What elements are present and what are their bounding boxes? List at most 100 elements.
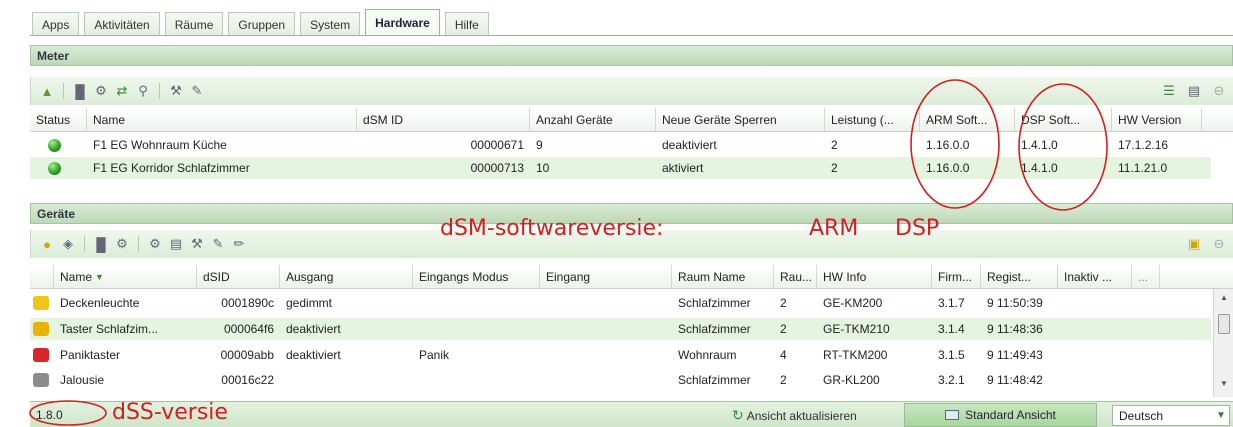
refresh-label: Ansicht aktualisieren (746, 408, 857, 423)
lock-icon[interactable]: ▣ (1186, 236, 1202, 252)
scroll-down-icon[interactable]: ▼ (1214, 379, 1233, 388)
dsp-annotation: DSP (895, 216, 940, 241)
device-name: Deckenleuchte (60, 296, 140, 310)
settings-icon[interactable]: ⚙ (93, 83, 109, 99)
meter-device-count: 10 (536, 161, 550, 175)
devices-scrollbar[interactable]: ▲ ▼ (1213, 289, 1233, 397)
device-name: Paniktaster (60, 348, 121, 362)
tab-aktivitaeten[interactable]: Aktivitäten (84, 12, 160, 36)
remove-icon[interactable]: ⊖ (1211, 83, 1227, 99)
toolbar-separator (138, 236, 139, 252)
meter-dsp-version: 1.4.1.0 (1021, 161, 1058, 175)
scroll-thumb[interactable] (1218, 314, 1230, 334)
meter-device-count: 9 (536, 138, 543, 152)
meter-add-icon[interactable]: ▲ (39, 83, 55, 99)
col-firmware[interactable]: Firm... (932, 265, 981, 288)
remove-icon[interactable]: ⊖ (1211, 236, 1227, 252)
col-room-number[interactable]: Rau... (774, 265, 817, 288)
device-name: Jalousie (60, 373, 105, 387)
button-device-icon (33, 322, 49, 336)
meter-power: 2 (831, 161, 838, 175)
meter-hw-version: 17.1.2.16 (1118, 138, 1169, 152)
status-online-icon (48, 138, 61, 152)
device-room: Schlafzimmer (678, 296, 751, 310)
table-row[interactable]: Deckenleuchte 0001890c gedimmt Schlafzim… (30, 292, 1211, 314)
table-row[interactable]: Jalousie 00016c22 Schlafzimmer 2 GR-KL20… (30, 369, 1211, 391)
table-row[interactable]: F1 EG Korridor Schlafzimmer 00000713 10 … (30, 157, 1211, 179)
gear-icon[interactable]: ⚙ (147, 236, 163, 252)
tab-hilfe[interactable]: Hilfe (444, 12, 489, 36)
meter-panel-header: Meter (30, 45, 1233, 66)
meter-dsp-version: 1.4.1.0 (1021, 138, 1058, 152)
meter-name: F1 EG Korridor Schlafzimmer (93, 161, 250, 175)
col-more[interactable]: ... (1132, 265, 1160, 288)
chevron-down-icon[interactable]: ▼ (1211, 405, 1231, 426)
col-hw-info[interactable]: HW Info (817, 265, 932, 288)
col-registered[interactable]: Regist... (981, 265, 1058, 288)
search-icon[interactable]: ⚲ (135, 83, 151, 99)
configure-icon[interactable]: ⚒ (168, 83, 184, 99)
col-device-name[interactable]: Name ▼ (54, 265, 197, 288)
col-lock-new-devices[interactable]: Neue Geräte Sperren (656, 108, 825, 131)
device-dsid: 000064f6 (223, 322, 274, 336)
col-dsm-id[interactable]: dSM ID (357, 108, 530, 131)
col-room-name[interactable]: Raum Name (672, 265, 774, 288)
configure-icon[interactable]: ⚒ (189, 236, 205, 252)
transfer-icon[interactable]: ⇄ (114, 83, 130, 99)
col-name[interactable]: Name (87, 108, 357, 131)
pencil-icon[interactable]: ✏ (231, 236, 247, 252)
status-cell (30, 138, 87, 152)
col-dsid[interactable]: dSID (197, 265, 280, 288)
scroll-up-icon[interactable]: ▲ (1214, 293, 1233, 302)
col-inactive[interactable]: Inaktiv ... (1058, 265, 1132, 288)
device-room: Schlafzimmer (678, 373, 751, 387)
tab-gruppen[interactable]: Gruppen (228, 12, 296, 36)
edit-icon[interactable]: ✎ (210, 236, 226, 252)
col-input-mode[interactable]: Eingangs Modus (413, 265, 540, 288)
device-input-mode: Panik (419, 348, 450, 362)
tab-apps[interactable]: Apps (32, 12, 80, 36)
meter-arm-version: 1.16.0.0 (926, 161, 970, 175)
table-row[interactable]: Taster Schlafzim... 000064f6 deaktiviert… (30, 318, 1211, 340)
sort-down-icon: ▼ (95, 271, 104, 282)
list-icon[interactable]: ☰ (1161, 83, 1177, 99)
device-dsid: 00016c22 (221, 373, 274, 387)
toolbar-separator (84, 236, 85, 252)
meter-grid-header: Status Name dSM ID Anzahl Geräte Neue Ge… (30, 108, 1233, 132)
document-icon[interactable]: ▤ (1186, 83, 1202, 99)
settings-icon[interactable]: ⚙ (114, 236, 130, 252)
light-icon[interactable]: ● (39, 236, 55, 252)
col-hw-version[interactable]: HW Version (1112, 108, 1202, 131)
col-dsp-software[interactable]: DSP Soft... (1015, 108, 1112, 131)
device-firmware: 3.1.7 (938, 296, 965, 310)
device-hw-info: GR-KL200 (823, 373, 880, 387)
col-status[interactable]: Status (30, 108, 87, 131)
col-icon (30, 265, 54, 288)
table-row[interactable]: Paniktaster 00009abb deaktiviert Panik W… (30, 344, 1211, 366)
col-power[interactable]: Leistung (... (825, 108, 920, 131)
device-room: Schlafzimmer (678, 322, 751, 336)
tab-raeume[interactable]: Räume (164, 12, 224, 36)
table-row[interactable]: F1 EG Wohnraum Küche 00000671 9 deaktivi… (30, 134, 1211, 156)
col-input[interactable]: Eingang (540, 265, 672, 288)
meter-toolbar-right: ☰ ▤ ⊖ (1161, 83, 1227, 99)
col-arm-software[interactable]: ARM Soft... (920, 108, 1015, 131)
standard-view-label: Standard Ansicht (965, 408, 1056, 422)
device-registered: 9 11:49:43 (987, 348, 1043, 362)
toolbar-separator (159, 83, 160, 99)
device-registered: 9 11:48:42 (987, 373, 1043, 387)
col-output[interactable]: Ausgang (280, 265, 413, 288)
tab-hardware[interactable]: Hardware (365, 9, 440, 36)
signal-icon[interactable]: █ (93, 236, 109, 252)
meter-panel-title: Meter (37, 48, 70, 63)
device-dsid: 0001890c (221, 296, 274, 310)
standard-view-button[interactable]: Standard Ansicht (904, 403, 1097, 427)
signal-icon[interactable]: █ (72, 83, 88, 99)
col-device-count[interactable]: Anzahl Geräte (530, 108, 656, 131)
meter-power: 2 (831, 138, 838, 152)
chart-icon[interactable]: ▤ (168, 236, 184, 252)
refresh-view-button[interactable]: ↻ Ansicht aktualisieren (732, 405, 857, 426)
tab-system[interactable]: System (300, 12, 361, 36)
device-icon[interactable]: ◈ (60, 236, 76, 252)
edit-icon[interactable]: ✎ (189, 83, 205, 99)
